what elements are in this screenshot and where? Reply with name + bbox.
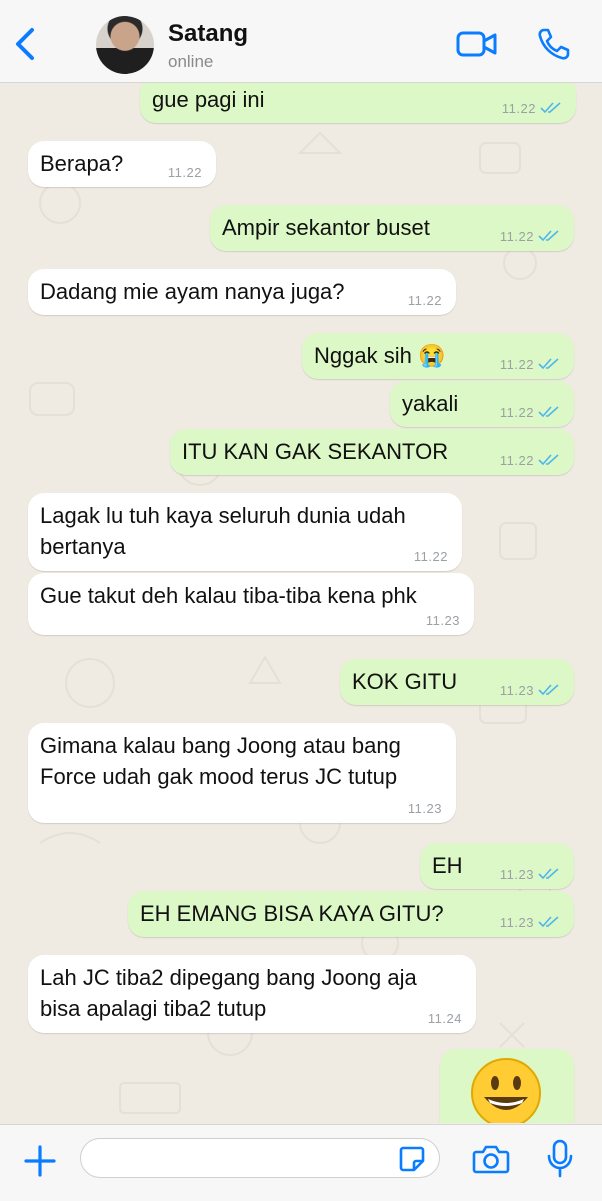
message-meta: 11.22 [500,405,560,421]
message-time: 11.23 [425,613,460,628]
message-text: Lagak lu tuh kaya seluruh dunia udah ber… [40,503,406,559]
read-ticks-icon [538,454,559,466]
message-time: 11.22 [413,549,448,564]
smiley-emoji-icon [471,1058,541,1123]
contact-status: online [168,52,214,71]
message-time: 11.22 [499,453,534,468]
outgoing-message[interactable]: Nggak sih 😭 11.22 [302,333,574,379]
message-meta: 11.22 [500,229,560,245]
outgoing-message[interactable] [440,1049,574,1123]
read-ticks-icon [538,406,559,418]
read-ticks-icon [538,868,559,880]
incoming-message[interactable]: Berapa? 11.22 [28,141,216,187]
camera-icon[interactable] [472,1143,510,1175]
outgoing-message[interactable]: gue pagi ini 11.22 [140,83,576,123]
message-meta: 11.23 [426,613,460,629]
read-ticks-icon [538,916,559,928]
avatar[interactable] [96,16,154,74]
message-time: 11.24 [427,1011,462,1026]
message-meta: 11.22 [500,357,560,373]
message-meta: 11.22 [502,101,562,117]
message-time: 11.22 [501,101,536,116]
read-ticks-icon [538,358,559,370]
incoming-message[interactable]: Gimana kalau bang Joong atau bang Force … [28,723,456,823]
incoming-message[interactable]: Dadang mie ayam nanya juga? 11.22 [28,269,456,315]
message-text: Gimana kalau bang Joong atau bang Force … [40,733,401,789]
message-time: 11.23 [499,915,534,930]
message-meta: 11.22 [414,549,448,565]
message-time: 11.22 [407,293,442,308]
message-time: 11.23 [499,867,534,882]
video-camera-icon[interactable] [455,28,499,60]
composer-bar [0,1124,602,1201]
message-meta: 11.23 [408,801,442,817]
incoming-message[interactable]: Lah JC tiba2 dipegang bang Joong aja bis… [28,955,476,1033]
message-text: Lah JC tiba2 dipegang bang Joong aja bis… [40,965,417,1021]
outgoing-message[interactable]: Ampir sekantor buset 11.22 [210,205,574,251]
chevron-left-icon[interactable] [10,24,40,64]
outgoing-message[interactable]: ITU KAN GAK SEKANTOR 11.22 [170,429,574,475]
plus-icon[interactable] [22,1143,58,1179]
outgoing-message[interactable]: yakali 11.22 [390,381,574,427]
message-meta: 11.22 [168,165,202,181]
message-time: 11.22 [167,165,202,180]
message-time: 11.23 [499,683,534,698]
message-meta: 11.22 [500,453,560,469]
message-time: 11.22 [499,405,534,420]
contact-name[interactable]: Satang [168,20,248,48]
message-text: Dadang mie ayam nanya juga? [40,279,345,304]
phone-icon[interactable] [536,26,572,62]
message-time: 11.23 [407,801,442,816]
message-time: 11.22 [499,229,534,244]
message-input[interactable] [80,1138,440,1178]
outgoing-message[interactable]: EH EMANG BISA KAYA GITU? 11.23 [128,891,574,937]
read-ticks-icon [538,684,559,696]
incoming-message[interactable]: Gue takut deh kalau tiba-tiba kena phk 11… [28,573,474,635]
message-meta: 11.23 [500,867,560,883]
sticker-icon[interactable] [398,1145,426,1173]
message-text: EH EMANG BISA KAYA GITU? [140,901,444,926]
message-meta: 11.24 [428,1011,462,1027]
incoming-message[interactable]: Lagak lu tuh kaya seluruh dunia udah ber… [28,493,462,571]
chat-header: Satang online [0,0,602,83]
microphone-icon[interactable] [546,1139,574,1179]
message-meta: 11.22 [408,293,442,309]
message-time: 11.22 [499,357,534,372]
message-meta: 11.23 [500,915,560,931]
read-ticks-icon [540,102,561,114]
outgoing-message[interactable]: EH 11.23 [420,843,574,889]
message-meta: 11.23 [500,683,560,699]
message-text: Gue takut deh kalau tiba-tiba kena phk [40,583,417,608]
outgoing-message[interactable]: KOK GITU 11.23 [340,659,574,705]
read-ticks-icon [538,230,559,242]
chat-area[interactable]: gue pagi ini 11.22 Berapa? 11.22 Ampir sekan… [0,83,602,1123]
